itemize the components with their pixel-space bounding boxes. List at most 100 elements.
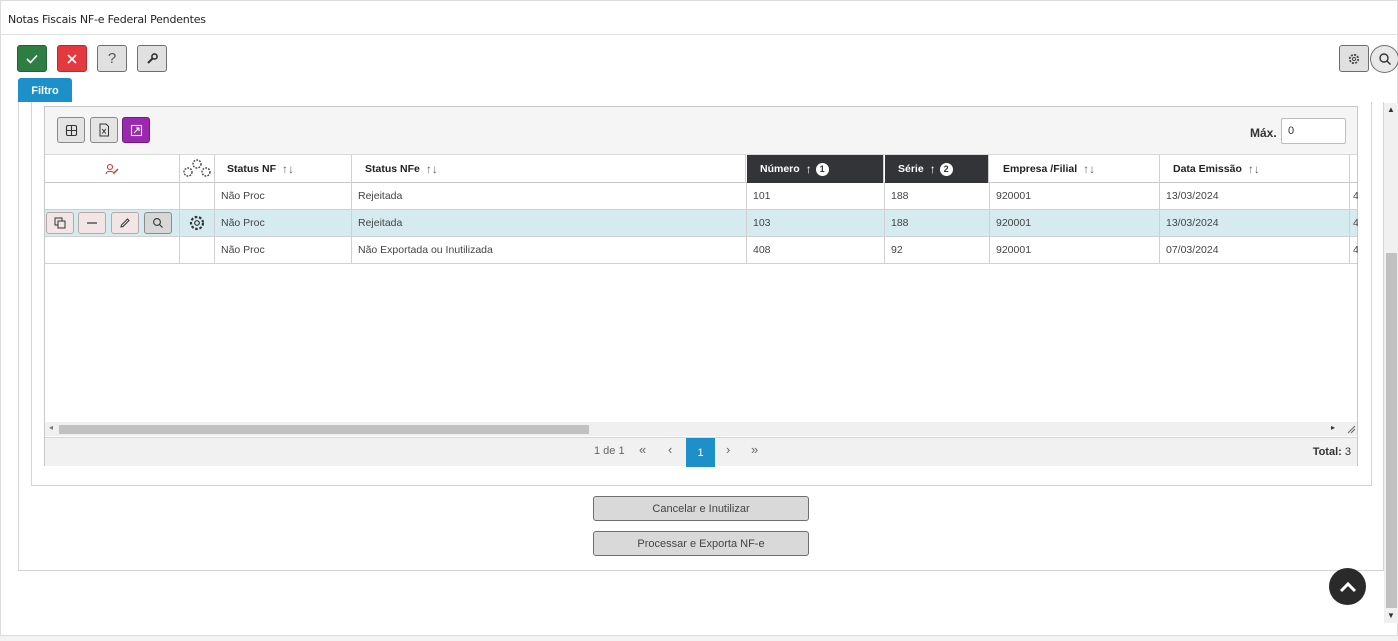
confirm-button[interactable] [17,45,47,72]
row-actions-cell [45,210,180,236]
cell-status-nfe: Não Exportada ou Inutilizada [352,237,747,263]
cell-serie: 92 [885,237,990,263]
help-icon: ? [107,50,117,67]
scroll-down-icon[interactable]: ▼ [1387,611,1395,620]
tools-button[interactable] [137,45,167,72]
columns-button[interactable] [57,117,85,143]
search-button[interactable] [1370,45,1398,73]
col-empresa[interactable]: Empresa /Filial ↑↓ [990,155,1160,183]
cell-data-emissao: 07/03/2024 [1160,237,1350,263]
expand-button[interactable] [122,117,150,143]
row-actions-cell [45,183,180,209]
row-settings-cell[interactable] [180,210,215,236]
col-serie[interactable]: Série ↑ 2 [885,155,989,183]
prev-page-button[interactable]: ‹ [668,442,672,457]
cell-numero: 103 [747,210,885,236]
max-label: Máx. [1250,126,1277,140]
gear-icon [1348,53,1360,64]
row-actions-cell [45,237,180,263]
excel-icon [99,123,109,137]
search-icon [1378,53,1391,65]
process-export-button[interactable]: Processar e Exporta NF-e [593,531,809,556]
wrench-icon [147,52,158,64]
view-button[interactable] [144,212,172,234]
page-button-current[interactable]: 1 [686,438,715,467]
help-button[interactable]: ? [97,45,127,72]
cell-status-nf: Não Proc [215,210,352,236]
cell-extra: 4 [1353,217,1358,229]
page-title: Notas Fiscais NF-e Federal Pendentes [8,13,206,26]
table-row[interactable]: Não Proc Não Exportada ou Inutilizada 40… [45,237,1358,264]
col-status-nf[interactable]: Status NF ↑↓ [215,155,352,183]
remove-button[interactable] [78,212,106,234]
sort-asc-icon: ↑ [805,162,812,176]
col-empresa-label: Empresa /Filial [1003,163,1078,175]
cell-numero: 408 [747,237,885,263]
cancel-inutilizar-button[interactable]: Cancelar e Inutilizar [593,496,809,521]
scroll-up-icon[interactable]: ▲ [1387,105,1395,114]
scroll-left-icon[interactable]: ◂ [49,423,53,432]
table-row-selected[interactable]: Não Proc Rejeitada 103 188 920001 13/03/… [45,210,1358,237]
last-page-button[interactable]: » [751,442,758,457]
max-input[interactable] [1281,118,1346,144]
col-numero-label: Número [760,163,800,175]
sort-asc-icon: ↑ [929,162,936,176]
col-serie-label: Série [898,163,924,175]
grid-icon [65,124,77,136]
table-header: Status NF ↑↓ Status NFe ↑↓ Número ↑ 1 Sé… [45,155,1357,183]
cell-numero: 101 [747,183,885,209]
expand-icon [130,124,142,136]
chevron-up-icon [1339,581,1356,592]
cell-serie: 188 [885,183,990,209]
gears-icon [183,159,211,177]
horizontal-scrollbar[interactable]: ◂ ▸ [45,422,1357,436]
row-settings-cell [180,237,215,263]
first-page-button[interactable]: « [639,442,646,457]
cell-extra: 4 [1353,244,1358,256]
search-icon [153,218,163,228]
col-status-nfe[interactable]: Status NFe ↑↓ [352,155,746,183]
pencil-icon [120,218,130,228]
cell-empresa: 920001 [990,210,1160,236]
scrollbar-thumb[interactable] [1386,253,1397,608]
close-icon [67,53,77,64]
table-row[interactable]: Não Proc Rejeitada 101 188 920001 13/03/… [45,183,1358,210]
grid-toolbar: Máx. [45,107,1357,155]
vertical-scrollbar[interactable]: ▲ ▼ [1384,103,1398,623]
col-status-nfe-label: Status NFe [365,163,420,175]
col-user-edit[interactable] [45,155,180,183]
minus-icon [87,222,97,224]
sort-order-badge: 2 [939,162,953,176]
cell-status-nf: Não Proc [215,237,352,263]
row-settings-cell [180,183,215,209]
scroll-right-icon[interactable]: ▸ [1331,423,1335,432]
copy-button[interactable] [46,212,74,234]
col-data-emissao-label: Data Emissão [1173,163,1242,175]
sort-icon: ↑↓ [1247,162,1260,176]
col-settings[interactable] [180,155,215,183]
col-data-emissao[interactable]: Data Emissão ↑↓ [1160,155,1350,183]
page-info: 1 de 1 [594,445,625,457]
settings-button[interactable] [1339,45,1369,72]
scrollbar-thumb[interactable] [59,425,589,434]
cell-status-nf: Não Proc [215,183,352,209]
edit-button[interactable] [111,212,139,234]
sort-icon: ↑↓ [425,162,438,176]
total-count: Total: 3 [1313,446,1351,458]
gear-icon [189,215,205,231]
sort-order-badge: 1 [815,162,829,176]
col-numero[interactable]: Número ↑ 1 [747,155,884,183]
resize-grip-icon[interactable] [1347,425,1356,434]
cell-status-nfe: Rejeitada [352,183,747,209]
cell-empresa: 920001 [990,183,1160,209]
check-icon [26,54,38,64]
export-excel-button[interactable] [90,117,118,143]
next-page-button[interactable]: › [726,442,730,457]
page: Notas Fiscais NF-e Federal Pendentes ? F… [0,0,1398,636]
sort-icon: ↑↓ [282,162,295,176]
cancel-button[interactable] [57,45,87,72]
title-bar: Notas Fiscais NF-e Federal Pendentes [1,1,1397,35]
cell-serie: 188 [885,210,990,236]
back-to-top-button[interactable] [1329,568,1366,605]
tab-filtro[interactable]: Filtro [18,78,72,103]
